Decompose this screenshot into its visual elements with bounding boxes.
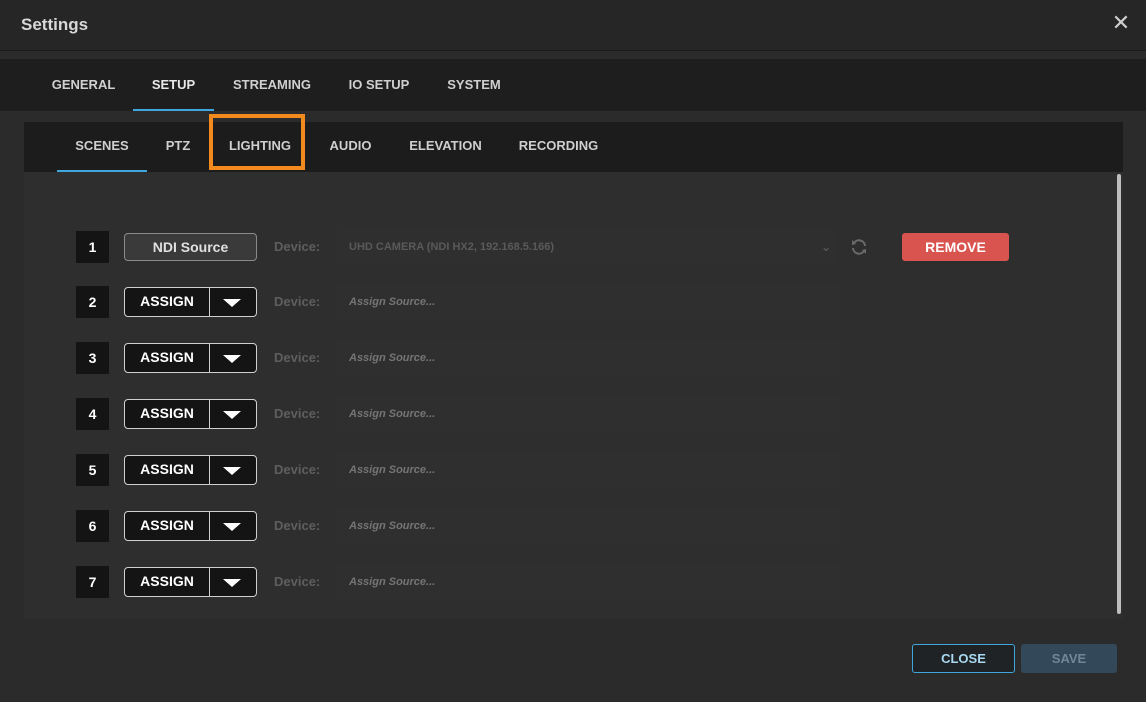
tab-ptz[interactable]: PTZ: [156, 122, 200, 172]
assign-dropdown-button[interactable]: ASSIGN: [124, 511, 257, 541]
tab-streaming[interactable]: STREAMING: [222, 59, 322, 111]
caret-down-icon: [223, 579, 241, 587]
assign-label: ASSIGN: [125, 288, 210, 316]
tab-audio[interactable]: AUDIO: [321, 122, 380, 172]
scene-row: 3 ASSIGN Device:: [76, 341, 1016, 375]
assign-label: ASSIGN: [125, 344, 210, 372]
scrollbar[interactable]: [1116, 172, 1122, 619]
tab-lighting[interactable]: LIGHTING: [219, 122, 301, 172]
device-field[interactable]: [337, 341, 839, 375]
assign-dropdown-button[interactable]: ASSIGN: [124, 455, 257, 485]
device-field[interactable]: [337, 565, 839, 599]
scene-row: 7 ASSIGN Device:: [76, 565, 1016, 599]
scenes-panel: SCENES PTZ LIGHTING AUDIO ELEVATION RECO…: [24, 114, 1123, 619]
assign-dropdown-button[interactable]: ASSIGN: [124, 343, 257, 373]
tab-general[interactable]: GENERAL: [41, 59, 126, 111]
source-type-button[interactable]: NDI Source: [124, 233, 257, 261]
device-label: Device:: [274, 574, 321, 589]
caret-down-icon: [223, 523, 241, 531]
refresh-icon[interactable]: [849, 237, 869, 257]
title-bar: Settings ✕: [0, 0, 1146, 51]
main-tab-bar: GENERAL SETUP STREAMING IO SETUP SYSTEM: [0, 59, 1146, 111]
scrollbar-thumb[interactable]: [1117, 174, 1121, 614]
sub-tab-bar: SCENES PTZ LIGHTING AUDIO ELEVATION RECO…: [24, 114, 1123, 172]
tab-elevation[interactable]: ELEVATION: [401, 122, 490, 172]
caret-down-icon: [223, 299, 241, 307]
caret-down-icon: [223, 467, 241, 475]
device-label: Device:: [274, 518, 321, 533]
device-field[interactable]: [337, 509, 839, 543]
assign-label: ASSIGN: [125, 512, 210, 540]
device-field[interactable]: [337, 397, 839, 431]
device-label: Device:: [274, 462, 321, 477]
scene-number: 6: [76, 510, 109, 542]
assign-label: ASSIGN: [125, 400, 210, 428]
scene-number: 5: [76, 454, 109, 486]
scene-row: 6 ASSIGN Device:: [76, 509, 1016, 543]
assign-dropdown-button[interactable]: ASSIGN: [124, 399, 257, 429]
device-select[interactable]: UHD CAMERA (NDI HX2, 192.168.5.166) ⌄: [337, 230, 837, 264]
scene-number: 2: [76, 286, 109, 318]
scene-row: 4 ASSIGN Device:: [76, 397, 1016, 431]
device-label: Device:: [274, 294, 321, 309]
scene-number: 1: [76, 231, 109, 263]
chevron-down-icon: ⌄: [820, 240, 831, 254]
device-label: Device:: [274, 239, 321, 254]
tab-scenes[interactable]: SCENES: [57, 122, 147, 172]
device-label: Device:: [274, 350, 321, 365]
scene-number: 7: [76, 566, 109, 598]
caret-down-icon: [223, 355, 241, 363]
tab-system[interactable]: SYSTEM: [436, 59, 512, 111]
device-value: UHD CAMERA (NDI HX2, 192.168.5.166): [349, 241, 554, 253]
scene-row: 5 ASSIGN Device:: [76, 453, 1016, 487]
assign-label: ASSIGN: [125, 568, 210, 596]
device-field[interactable]: [337, 453, 839, 487]
scene-number: 3: [76, 342, 109, 374]
assign-label: ASSIGN: [125, 456, 210, 484]
caret-down-icon: [223, 411, 241, 419]
tab-io-setup[interactable]: IO SETUP: [336, 59, 422, 111]
scene-number: 4: [76, 398, 109, 430]
close-icon[interactable]: ✕: [1110, 12, 1132, 34]
dialog-title: Settings: [21, 15, 89, 34]
save-button[interactable]: SAVE: [1021, 644, 1117, 673]
assign-dropdown-button[interactable]: ASSIGN: [124, 567, 257, 597]
device-label: Device:: [274, 406, 321, 421]
assign-dropdown-button[interactable]: ASSIGN: [124, 287, 257, 317]
scene-row: 1 NDI Source Device: UHD CAMERA (NDI HX2…: [76, 230, 1016, 264]
close-button[interactable]: CLOSE: [912, 644, 1015, 673]
device-field[interactable]: [337, 285, 839, 319]
tab-recording[interactable]: RECORDING: [511, 122, 606, 172]
remove-button[interactable]: REMOVE: [902, 233, 1009, 261]
scene-row: 2 ASSIGN Device:: [76, 285, 1016, 319]
tab-setup[interactable]: SETUP: [133, 59, 214, 111]
